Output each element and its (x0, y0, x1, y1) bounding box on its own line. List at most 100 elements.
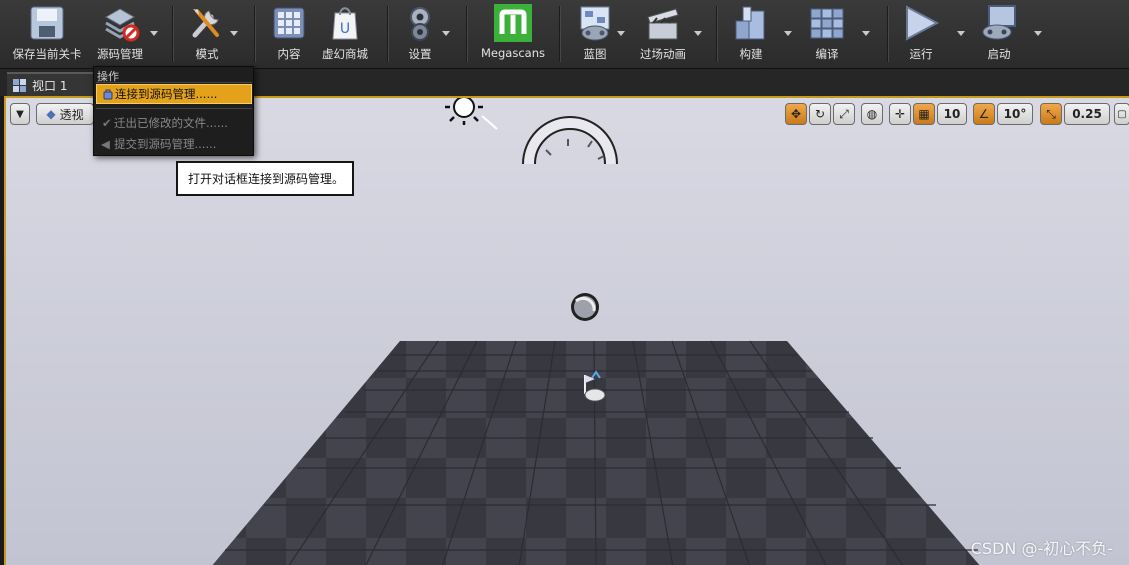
toolbar-divider (887, 6, 888, 62)
save-level-label: 保存当前关卡 (12, 47, 82, 61)
level-viewport[interactable]: ▼ ◆ 透视 ✥ ↻ ⤢ ◍ ✛ ▦ 10 ∠ 10° ⤡ 0.25 ▢ CSD… (4, 96, 1129, 565)
toolbar-divider (466, 6, 467, 62)
cinematics-button[interactable]: 过场动画 (636, 3, 690, 65)
rotate-mode-button[interactable]: ↻ (809, 103, 831, 125)
content-label: 内容 (277, 47, 301, 61)
compile-chevron-down-icon[interactable] (862, 31, 870, 36)
build-icon (735, 6, 765, 40)
launch-icon (982, 5, 1016, 40)
reflection-sphere-icon (571, 293, 599, 321)
build-label: 构建 (739, 47, 763, 61)
scale-snap-value[interactable]: 0.25 (1064, 103, 1110, 125)
perspective-label: 透视 (59, 107, 84, 122)
menu-divider (96, 108, 252, 109)
megascans-icon (494, 4, 532, 42)
submit-arrow-icon: ◀ (101, 137, 110, 151)
toolbar-divider (254, 6, 255, 62)
content-button[interactable]: 内容 (268, 3, 310, 65)
surface-snap-icon: ✛ (894, 107, 906, 121)
marketplace-icon: U (332, 7, 358, 40)
checkerboard-floor (212, 98, 980, 565)
scale-snap-icon: ⤡ (1046, 106, 1056, 121)
source-control-icon (104, 8, 140, 42)
settings-icon (410, 7, 430, 41)
settings-chevron-down-icon[interactable] (442, 31, 450, 36)
perspective-cube-icon: ◆ (46, 107, 56, 121)
save-icon (30, 6, 64, 40)
world-local-toggle[interactable]: ◍ (861, 103, 883, 125)
svg-text:U: U (340, 21, 350, 37)
launch-button[interactable]: 启动 (976, 3, 1022, 65)
settings-label: 设置 (408, 47, 432, 61)
grid-snap-value[interactable]: 10 (937, 103, 967, 125)
source-control-button[interactable]: 源码管理 (94, 3, 146, 65)
compile-label: 编译 (815, 47, 839, 61)
menu-item-check-out-modified[interactable]: ✔ 迁出已修改的文件...... (96, 113, 252, 133)
chevron-down-icon: ▼ (16, 108, 24, 120)
scale-icon: ⤢ (839, 106, 849, 121)
connect-source-control-tooltip: 打开对话框连接到源码管理。 (176, 161, 354, 196)
perspective-view-button[interactable]: ◆ 透视 (36, 103, 94, 125)
menu-item-label: 迁出已修改的文件...... (114, 116, 228, 130)
scale-snap-value-label: 0.25 (1072, 107, 1102, 121)
rotation-snap-value[interactable]: 10° (997, 103, 1033, 125)
rotation-snap-toggle[interactable]: ∠ (973, 103, 995, 125)
build-chevron-down-icon[interactable] (784, 31, 792, 36)
save-level-button[interactable]: 保存当前关卡 (10, 3, 84, 65)
marketplace-label: 虚幻商城 (322, 47, 368, 61)
blueprints-button[interactable]: 蓝图 (574, 3, 616, 65)
cinematics-chevron-down-icon[interactable] (694, 31, 702, 36)
menu-item-label: 连接到源码管理...... (115, 87, 218, 101)
viewport-options-button[interactable]: ▼ (10, 103, 30, 125)
blueprints-chevron-down-icon[interactable] (617, 31, 625, 36)
cinematics-icon (647, 8, 679, 40)
menu-item-submit-source-control[interactable]: ◀ 提交到源码管理...... (96, 134, 252, 154)
source-control-menu: 操作 连接到源码管理...... ✔ 迁出已修改的文件...... ◀ 提交到源… (93, 66, 254, 156)
play-label: 运行 (909, 47, 933, 61)
blueprints-label: 蓝图 (583, 47, 607, 61)
marketplace-button[interactable]: U 虚幻商城 (316, 3, 374, 65)
connect-icon (103, 89, 113, 100)
rotate-icon: ↻ (814, 107, 826, 121)
toolbar-divider (172, 6, 173, 62)
toolbar-divider (387, 6, 388, 62)
directional-light-icon (445, 98, 498, 130)
sky-light-icon (522, 116, 618, 165)
main-toolbar: 保存当前关卡 源码管理 模式 内容 U 虚幻商城 设置 Megascans 蓝图… (0, 0, 1129, 69)
modes-chevron-down-icon[interactable] (230, 31, 238, 36)
settings-button[interactable]: 设置 (399, 3, 441, 65)
compile-button[interactable]: 编译 (806, 3, 848, 65)
toolbar-divider (716, 6, 717, 62)
source-control-chevron-down-icon[interactable] (150, 31, 158, 36)
cinematics-label: 过场动画 (640, 47, 686, 61)
translate-arrows-icon: ✥ (790, 107, 802, 121)
play-icon (906, 5, 940, 41)
viewport-icon (13, 78, 26, 92)
tab-viewport-1[interactable]: 视口 1 (7, 72, 93, 96)
play-chevron-down-icon[interactable] (957, 31, 965, 36)
globe-icon: ◍ (866, 107, 878, 121)
surface-snap-button[interactable]: ✛ (889, 103, 911, 125)
toolbar-divider (559, 6, 560, 62)
scale-snap-toggle[interactable]: ⤡ (1040, 103, 1062, 125)
launch-chevron-down-icon[interactable] (1034, 31, 1042, 36)
modes-button[interactable]: 模式 (183, 3, 231, 65)
tab-label: 视口 1 (32, 78, 68, 93)
blueprint-icon (580, 6, 610, 41)
build-button[interactable]: 构建 (731, 3, 771, 65)
source-control-label: 源码管理 (97, 47, 143, 61)
modes-label: 模式 (195, 47, 219, 61)
maximize-viewport-button[interactable]: ▢ (1114, 103, 1129, 125)
megascans-button[interactable]: Megascans (478, 3, 548, 65)
compile-icon (810, 8, 844, 39)
play-button[interactable]: 运行 (900, 3, 942, 65)
translate-mode-button[interactable]: ✥ (785, 103, 807, 125)
menu-divider (96, 82, 252, 83)
modes-icon (192, 9, 219, 38)
menu-item-label: 提交到源码管理...... (114, 137, 217, 151)
launch-label: 启动 (987, 47, 1011, 61)
content-browser-icon (273, 7, 305, 39)
menu-item-connect-source-control[interactable]: 连接到源码管理...... (96, 84, 252, 104)
grid-snap-toggle[interactable]: ▦ (913, 103, 935, 125)
scale-mode-button[interactable]: ⤢ (833, 103, 855, 125)
